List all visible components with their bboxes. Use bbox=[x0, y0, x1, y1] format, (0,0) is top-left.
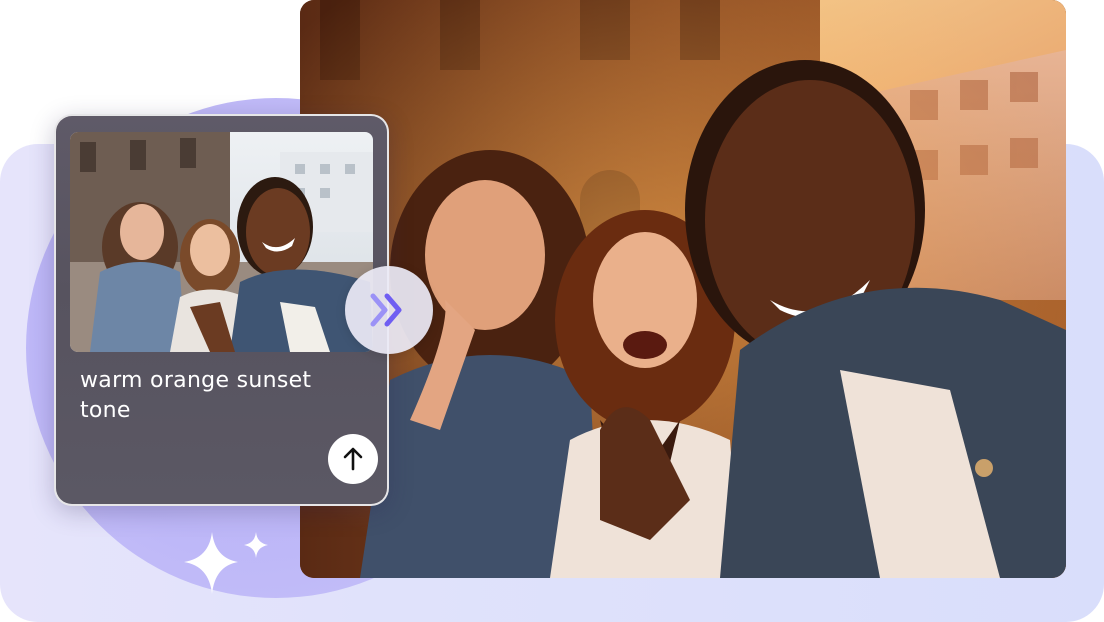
transform-arrow bbox=[345, 266, 433, 354]
prompt-text: warm orange sunset tone bbox=[80, 368, 312, 423]
prompt-card: warm orange sunset tone bbox=[54, 114, 389, 506]
double-chevron-right-icon bbox=[370, 293, 402, 327]
source-photo bbox=[70, 132, 373, 352]
source-photo-art bbox=[70, 132, 373, 352]
hero-illustration: warm orange sunset tone bbox=[0, 0, 1104, 622]
sparkle-icon bbox=[184, 532, 268, 594]
submit-button[interactable] bbox=[328, 434, 378, 484]
arrow-up-icon bbox=[343, 447, 363, 471]
